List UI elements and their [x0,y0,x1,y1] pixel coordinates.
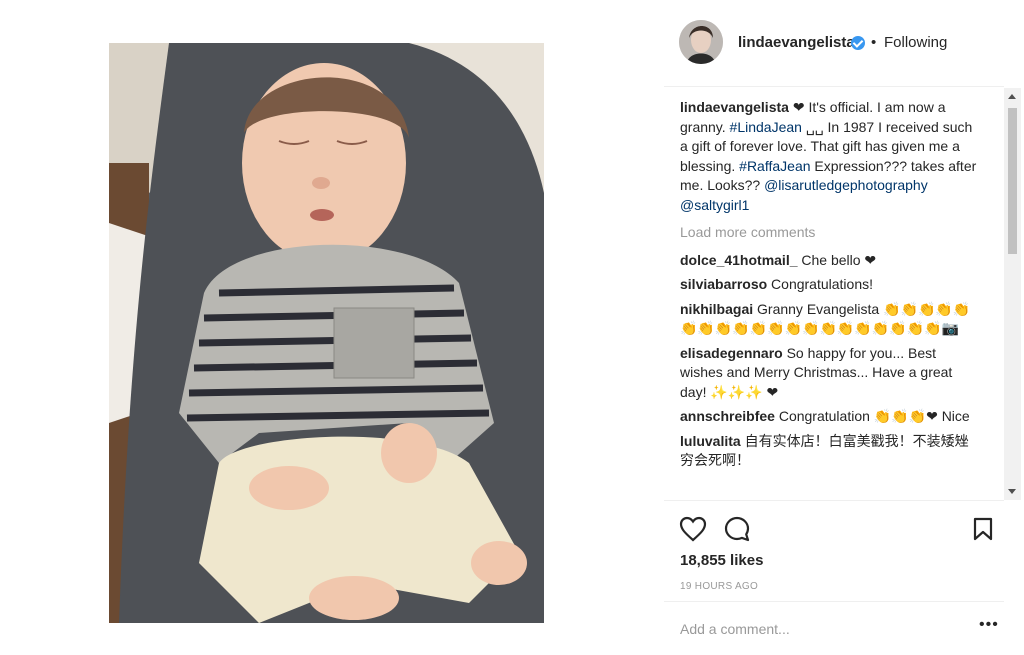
avatar-image [679,20,723,64]
mention-link[interactable]: @lisarutledgephotography [764,177,928,193]
scroll-down-arrow-icon[interactable] [1008,489,1016,494]
caption-username[interactable]: lindaevangelista [680,99,789,115]
comment-item: dolce_41hotmail_ Che bello ❤ [680,251,980,271]
comment-item: nikhilbagai Granny Evangelista 👏👏👏👏👏👏👏👏👏… [680,300,980,339]
post-actions: 18,855 likes 19 HOURS AGO ••• [664,500,1004,651]
hashtag-link[interactable]: #RaffaJean [739,158,810,174]
comment-item: luluvalita 自有实体店！白富美戳我！不装矮矬穷会死啊！ [680,432,980,471]
comment-username[interactable]: dolce_41hotmail_ [680,252,798,268]
add-comment-row: ••• [664,601,1004,652]
mention-link[interactable]: @saltygirl1 [680,197,749,213]
scroll-up-arrow-icon[interactable] [1008,94,1016,99]
comment-text: Che bello ❤ [801,251,877,268]
post-header: lindaevangelista • Following [664,0,1004,87]
post-sidebar: lindaevangelista • Following lindaevange… [664,0,1021,655]
baby-photo-image [109,43,544,623]
bookmark-icon[interactable] [973,517,993,541]
comments-list: lindaevangelista ❤ It's official. I am n… [680,98,980,502]
comment-username[interactable]: elisadegennaro [680,345,783,361]
comment-text: Congratulations! [771,276,873,292]
following-button[interactable]: Following [884,34,947,51]
caption: lindaevangelista ❤ It's official. I am n… [680,98,980,215]
comment-username[interactable]: annschreibfee [680,408,775,424]
more-options-icon[interactable]: ••• [979,616,999,634]
caption-heart-icon: ❤ [788,99,805,115]
post-photo[interactable] [109,43,544,623]
load-more-comments-button[interactable]: Load more comments [680,223,980,243]
header-username[interactable]: lindaevangelista [738,34,855,51]
add-comment-input[interactable] [680,621,950,637]
hashtag-link[interactable]: #LindaJean [730,119,802,135]
post-timestamp[interactable]: 19 HOURS AGO [680,581,758,592]
comments-scrollbar[interactable] [1004,88,1021,500]
avatar[interactable] [679,20,723,64]
comment-item: annschreibfee Congratulation 👏👏👏❤ Nice [680,407,980,427]
comment-item: elisadegennaro So happy for you... Best … [680,344,980,403]
comment-username[interactable]: nikhilbagai [680,301,753,317]
verified-badge-icon [851,36,865,50]
likes-count[interactable]: 18,855 likes [680,552,763,569]
comment-text: Congratulation 👏👏👏❤ Nice [778,408,970,424]
scroll-thumb[interactable] [1008,108,1017,254]
comment-username[interactable]: silviabarroso [680,276,767,292]
comment-bubble-icon[interactable] [723,515,751,543]
separator-dot: • [871,34,877,51]
comment-item: silviabarroso Congratulations! [680,275,980,295]
comment-username[interactable]: luluvalita [680,433,741,449]
like-heart-icon[interactable] [679,516,707,542]
